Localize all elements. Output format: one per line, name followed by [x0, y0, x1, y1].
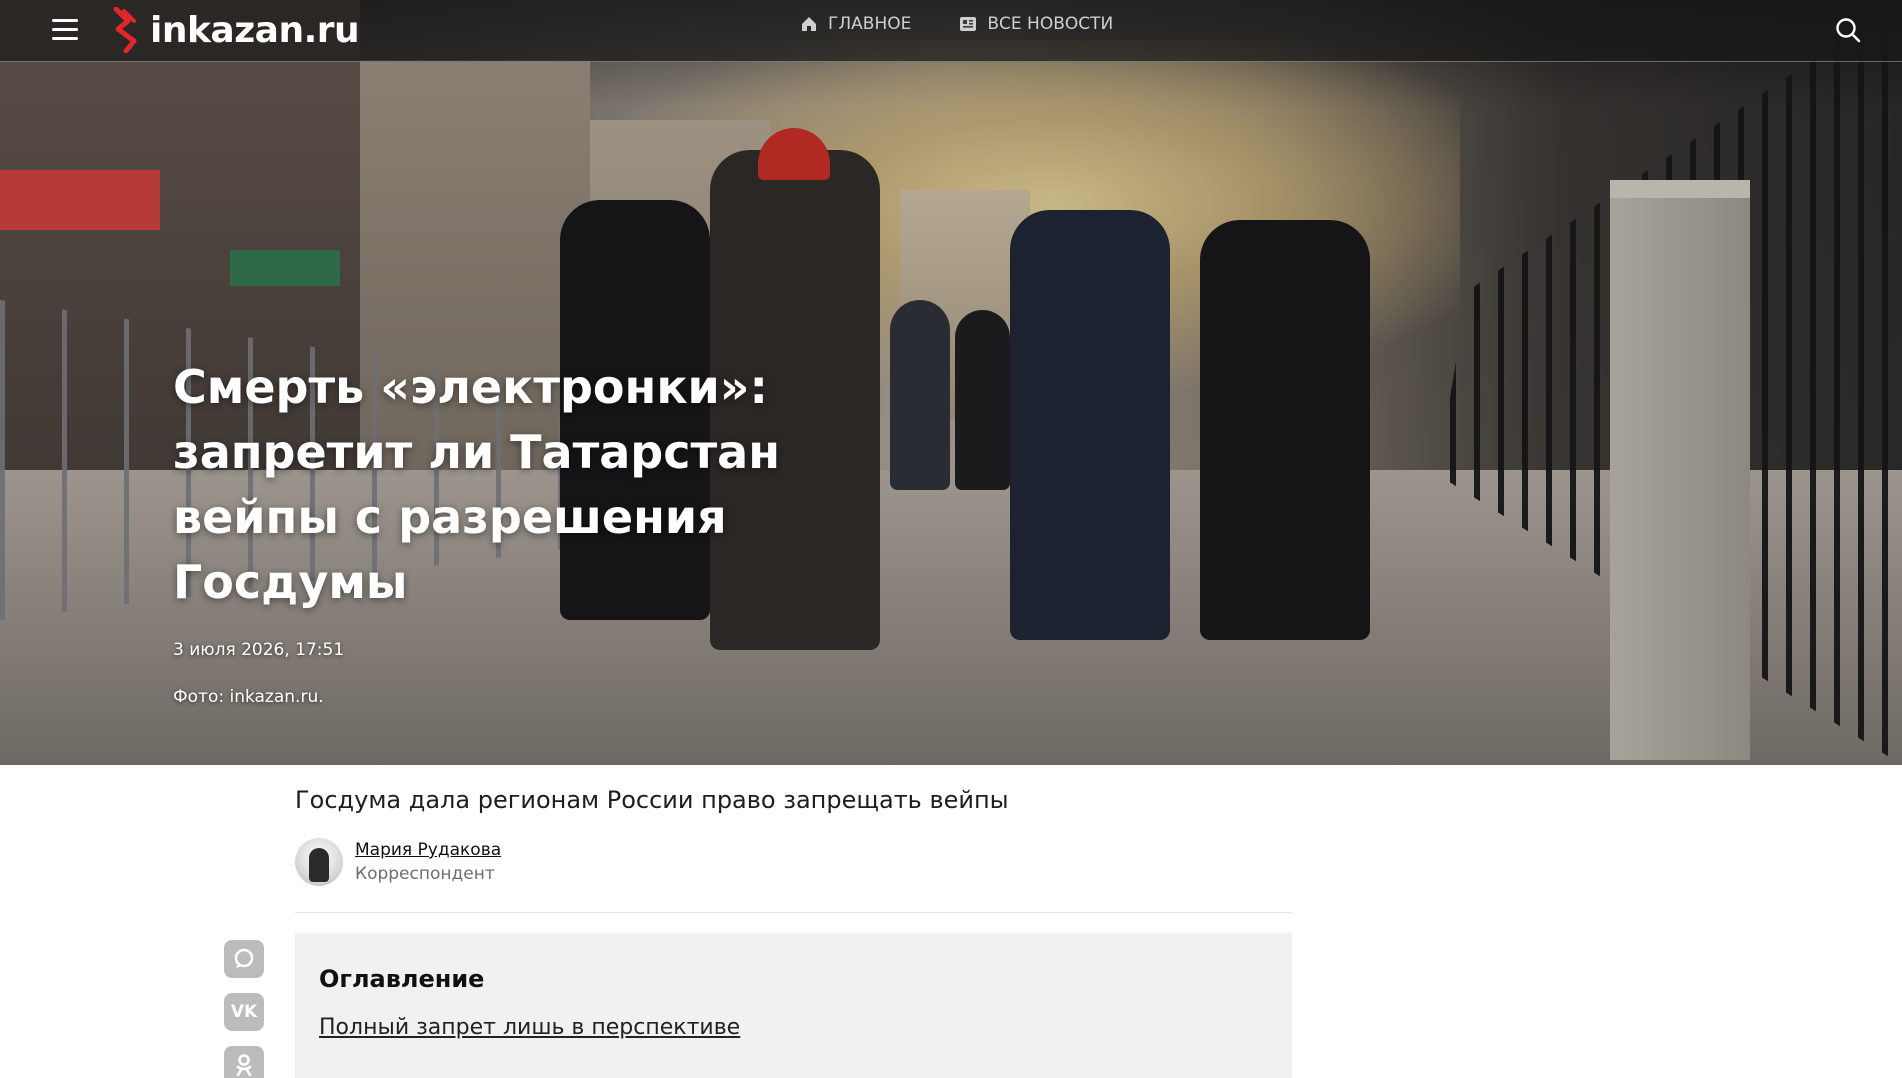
hero-person [890, 300, 950, 490]
vk-icon: VK [230, 1002, 258, 1022]
main-nav: ГЛАВНОЕ ВСЕ НОВОСТИ [800, 14, 1113, 34]
table-of-contents: Оглавление Полный запрет лишь в перспект… [295, 933, 1292, 1078]
author-role: Корреспондент [355, 864, 495, 884]
hero-pillar [1610, 180, 1750, 760]
logo-text: inkazan.ru [150, 9, 360, 51]
menu-icon[interactable] [52, 19, 78, 41]
share-ok-button[interactable] [224, 1046, 264, 1078]
nav-item-main[interactable]: ГЛАВНОЕ [800, 14, 911, 34]
hero-person [1010, 210, 1170, 640]
toc-title: Оглавление [319, 965, 485, 993]
author-block: Мария Рудакова Корреспондент [295, 838, 501, 886]
publish-date: 3 июля 2026, 17:51 [173, 640, 345, 660]
share-max-button[interactable] [224, 940, 264, 978]
share-vk-button[interactable]: VK [224, 993, 264, 1031]
site-logo[interactable]: inkazan.ru [108, 5, 360, 55]
search-icon[interactable] [1834, 16, 1862, 44]
hero-shop-sign [0, 170, 160, 230]
odnoklassniki-icon [236, 1054, 252, 1077]
hero-person [955, 310, 1010, 490]
toc-link[interactable]: Полный запрет лишь в перспективе [319, 1015, 740, 1040]
article-lead: Госдума дала регионам России право запре… [295, 786, 1009, 814]
author-name-link[interactable]: Мария Рудакова [355, 840, 501, 860]
hero-image: Смерть «электронки»: запретит ли Татарст… [0, 0, 1902, 765]
nav-item-label: ГЛАВНОЕ [828, 14, 912, 34]
nav-item-label: ВСЕ НОВОСТИ [987, 14, 1114, 34]
nav-item-all-news[interactable]: ВСЕ НОВОСТИ [959, 14, 1113, 34]
hero-person [1200, 220, 1370, 640]
site-header: inkazan.ru ГЛАВНОЕ ВСЕ НОВОСТИ [0, 0, 1902, 62]
share-bar: VK [224, 940, 264, 1078]
hero-shop-sign [230, 250, 340, 286]
logo-mark-icon [113, 7, 137, 53]
article-title: Смерть «электронки»: запретит ли Татарст… [173, 360, 780, 609]
photo-credit: Фото: inkazan.ru. [173, 687, 324, 707]
home-icon [802, 17, 816, 31]
avatar[interactable] [295, 838, 343, 886]
newspaper-icon [960, 17, 977, 31]
divider [295, 912, 1292, 913]
max-chat-icon [234, 948, 254, 968]
